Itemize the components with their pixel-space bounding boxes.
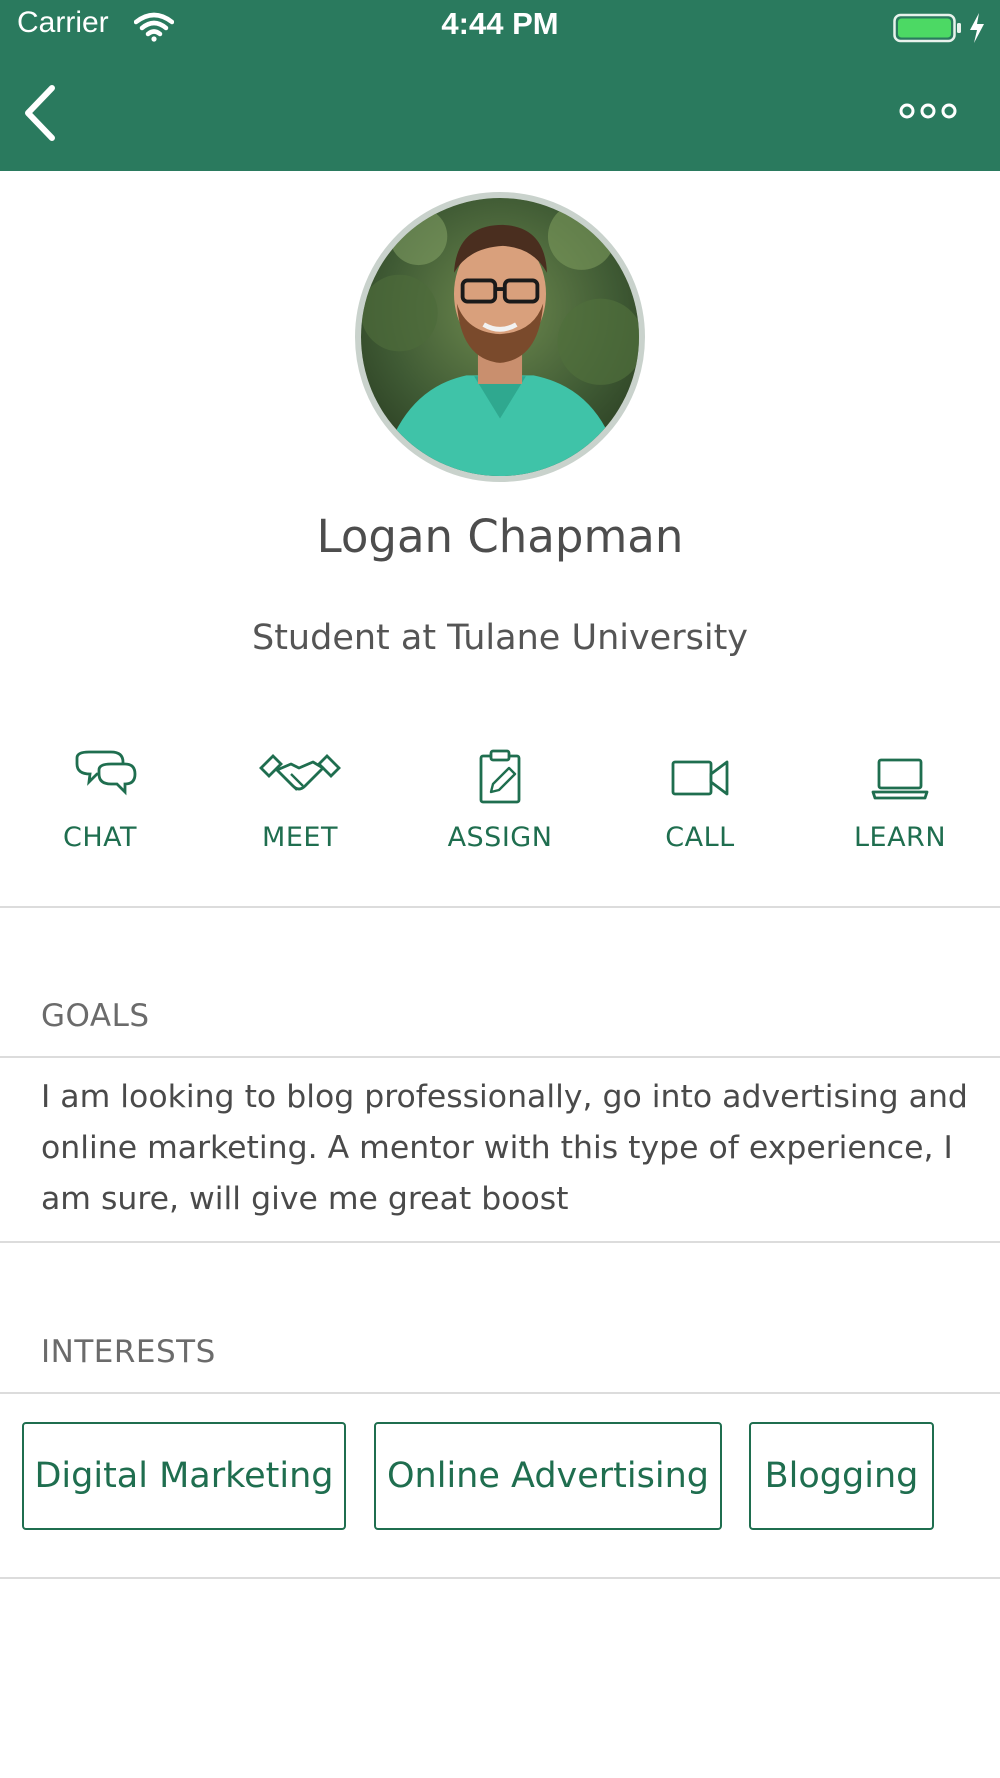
meet-button[interactable]: MEET xyxy=(200,748,400,878)
chat-bubbles-icon xyxy=(75,750,137,796)
meet-label: MEET xyxy=(262,822,338,853)
divider xyxy=(0,906,1000,908)
interest-tag[interactable]: Online Advertising xyxy=(374,1422,722,1530)
profile-name: Logan Chapman xyxy=(316,510,684,563)
divider xyxy=(0,1577,1000,1579)
bolt-icon xyxy=(970,13,984,43)
divider xyxy=(0,1392,1000,1394)
learn-button[interactable]: LEARN xyxy=(800,748,1000,878)
call-button[interactable]: CALL xyxy=(600,748,800,878)
goals-text: I am looking to blog professionally, go … xyxy=(41,1079,968,1217)
video-camera-icon xyxy=(671,760,729,796)
assign-label: ASSIGN xyxy=(447,822,553,853)
profile-subtitle: Student at Tulane University xyxy=(251,618,748,658)
battery-full-icon xyxy=(893,13,961,43)
nav-header: Carrier 4:44 PM xyxy=(0,0,1000,171)
interest-tag[interactable]: Digital Marketing xyxy=(22,1422,346,1530)
clipboard-pencil-icon xyxy=(479,749,521,804)
interest-tag[interactable]: Blogging xyxy=(749,1422,934,1530)
divider xyxy=(0,1056,1000,1058)
action-bar: CHAT MEET ASSIGN CALL LEARN xyxy=(0,748,1000,878)
learn-label: LEARN xyxy=(853,822,947,853)
profile-photo xyxy=(361,198,639,476)
assign-button[interactable]: ASSIGN xyxy=(400,748,600,878)
status-bar: Carrier 4:44 PM xyxy=(0,0,1000,56)
chat-button[interactable]: CHAT xyxy=(0,748,200,878)
divider xyxy=(0,1241,1000,1243)
laptop-icon xyxy=(871,758,929,800)
chat-label: CHAT xyxy=(62,822,138,853)
avatar xyxy=(355,192,645,482)
goals-heading: GOALS xyxy=(41,998,150,1034)
handshake-icon xyxy=(259,754,341,791)
more-horizontal-icon[interactable] xyxy=(896,96,960,126)
call-label: CALL xyxy=(665,822,735,853)
status-time: 4:44 PM xyxy=(441,6,559,41)
chevron-left-icon[interactable] xyxy=(18,80,62,146)
interests-heading: INTERESTS xyxy=(41,1334,216,1370)
